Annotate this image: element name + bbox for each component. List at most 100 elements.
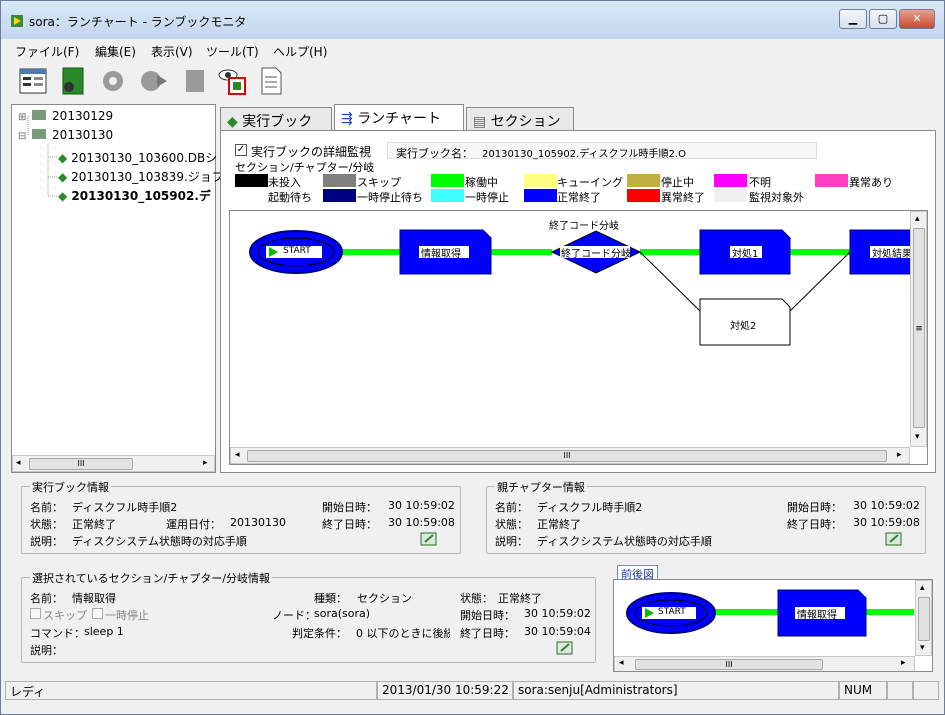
selected-desc-label: 説明： [30, 644, 63, 657]
skip-checkbox[interactable] [30, 608, 41, 619]
runchart-tab-icon: ⇶ [341, 111, 353, 127]
legend-swatch-normal-end [524, 189, 557, 202]
monitor-eye-icon[interactable] [217, 65, 249, 97]
result-node-label: 対処結果 [872, 249, 912, 260]
tree-item-runbook-1[interactable]: ◆ 20130130_103600.DBシ [58, 149, 217, 166]
expand-icon[interactable]: ⊞ [18, 112, 26, 123]
detail-monitor-checkbox[interactable]: ✓ [235, 144, 247, 156]
scroll-down-icon[interactable]: ▾ [915, 432, 920, 442]
scroll-right-icon[interactable]: ▸ [897, 450, 902, 460]
tree-item-20130129[interactable]: ⊞ 20130129 [18, 109, 113, 123]
scroll-down-icon[interactable]: ▾ [920, 643, 925, 653]
taisho2-node-label: 対処2 [730, 321, 757, 332]
collapse-icon[interactable]: ⊟ [18, 131, 26, 142]
parent-start-label: 開始日時： [787, 501, 842, 514]
legend-label: 稼働中 [465, 176, 498, 189]
scroll-thumb[interactable]: ≡ [913, 228, 925, 428]
parent-state-label: 状態： [495, 518, 528, 531]
selected-command-label: コマンド： [30, 627, 85, 640]
toolbar [11, 61, 941, 103]
selected-node-label: ノード： [272, 609, 316, 622]
scroll-up-icon[interactable]: ▴ [920, 583, 925, 593]
status-scroll [913, 681, 939, 700]
calendar-node-icon [32, 129, 47, 139]
tree-item-runbook-3[interactable]: ◆ 20130130_105902.デ [58, 187, 211, 204]
runbook-node-icon: ◆ [58, 151, 68, 165]
tree-item-label: 20130130 [52, 128, 114, 142]
maximize-button[interactable]: ▢ [869, 9, 897, 29]
legend-label: 未投入 [268, 176, 301, 189]
menu-edit[interactable]: 編集(E) [95, 43, 136, 60]
menu-help[interactable]: ヘルプ(H) [273, 43, 327, 60]
selected-name-label: 名前： [30, 592, 63, 605]
menu-tools[interactable]: ツール(T) [206, 43, 259, 60]
scroll-right-icon[interactable]: ▸ [901, 658, 906, 668]
legend: 未投入 スキップ 稼働中 キューイング 停止中 不明 異常あり 起動待ち 一時停… [231, 167, 903, 205]
calendar-node-icon [32, 110, 47, 120]
menu-view[interactable]: 表示(V) [151, 43, 193, 60]
scroll-thumb[interactable]: III [247, 450, 887, 462]
legend-label: 正常終了 [557, 191, 601, 204]
tab-runchart[interactable]: ⇶ ランチャート [334, 104, 464, 131]
scroll-left-icon[interactable]: ◂ [235, 450, 240, 460]
preview-hscrollbar[interactable]: ◂ III ▸ [614, 656, 915, 671]
legend-swatch-waiting [235, 189, 268, 202]
preview-canvas[interactable]: START 情報取得 ▴ ▾ ◂ III ▸ [613, 579, 933, 672]
runbook-tab-icon: ◆ [227, 114, 238, 130]
selected-state-value: 正常終了 [498, 592, 542, 605]
runbook-info-title: 実行ブック情報 [30, 479, 111, 495]
tree-hscrollbar[interactable]: ◂ III ▸ [12, 455, 215, 472]
runbook-start-label: 開始日時： [322, 501, 377, 514]
tab-runbook[interactable]: ◆ 実行ブック [220, 107, 332, 131]
scroll-thumb[interactable]: III [635, 659, 823, 670]
scroll-right-icon[interactable]: ▸ [203, 458, 208, 468]
edit-detail-icon[interactable] [885, 531, 903, 547]
parent-desc-value: ディスクシステム状態時の対応手順 [537, 535, 712, 548]
parent-end-value: 30 10:59:08 [853, 516, 920, 529]
legend-swatch-queueing [524, 174, 557, 187]
chart-hscrollbar[interactable]: ◂ III ▸ [230, 447, 910, 464]
legend-label: 監視対象外 [749, 191, 804, 204]
scroll-left-icon[interactable]: ◂ [619, 658, 624, 668]
selected-command-value: sleep 1 [84, 625, 124, 638]
scroll-up-icon[interactable]: ▴ [915, 214, 920, 224]
tree-item-runbook-2[interactable]: ◆ 20130130_103839.ジョブ [58, 168, 224, 185]
menu-file[interactable]: ファイル(F) [15, 43, 79, 60]
parent-state-value: 正常終了 [537, 518, 581, 531]
legend-label: 異常終了 [661, 191, 705, 204]
runbook-search-icon[interactable] [57, 65, 89, 97]
edit-detail-icon[interactable] [556, 640, 574, 656]
runbook-desc-value: ディスクシステム状態時の対応手順 [72, 535, 247, 548]
legend-swatch-error-present [815, 174, 848, 187]
list-view-icon[interactable] [17, 65, 49, 97]
tab-section[interactable]: ▤ セクション [466, 107, 574, 131]
selected-start-label: 開始日時： [460, 609, 515, 622]
flow-connector [789, 251, 851, 312]
chart-vscrollbar[interactable]: ▴ ≡ ▾ [910, 211, 927, 447]
close-button[interactable]: ✕ [899, 9, 935, 29]
runchart-canvas[interactable]: START 情報取得 終了コード分岐 終了コード分岐 対処1 対処2 対処結果 … [229, 210, 928, 465]
selected-cond-value: 0 以下のときに後続 [356, 627, 450, 640]
tree-item-20130130[interactable]: ⊟ 20130130 [18, 128, 113, 142]
tab-label: ランチャート [357, 111, 442, 127]
preview-vscrollbar[interactable]: ▴ ▾ [915, 580, 932, 656]
runbook-end-value: 30 10:59:08 [388, 516, 455, 529]
scroll-thumb[interactable] [918, 597, 930, 641]
selected-end-value: 30 10:59:04 [524, 625, 591, 638]
parent-chapter-info-group: 親チャプター情報 名前： ディスクフル時手順2 開始日時： 30 10:59:0… [486, 479, 926, 554]
document-icon[interactable] [255, 65, 287, 97]
skip-label: スキップ [43, 609, 87, 622]
runbook-name-value: 20130130_105902.ディスクフル時手順2.O [482, 149, 686, 160]
start-node-label: START [283, 246, 311, 256]
runbook-state-label: 状態： [30, 518, 63, 531]
scroll-left-icon[interactable]: ◂ [16, 458, 21, 468]
detail-monitor-label: 実行ブックの詳細監視 [251, 145, 372, 159]
minimize-button[interactable]: ▁ [839, 9, 867, 29]
scroll-thumb[interactable]: III [29, 458, 133, 470]
pause-checkbox[interactable] [92, 608, 103, 619]
selected-node-value: sora(sora) [314, 607, 371, 620]
runbook-opdate-value: 20130130 [230, 516, 286, 529]
edit-detail-icon[interactable] [420, 531, 438, 547]
legend-label: スキップ [357, 176, 401, 189]
taisho1-node-label: 対処1 [732, 249, 759, 260]
